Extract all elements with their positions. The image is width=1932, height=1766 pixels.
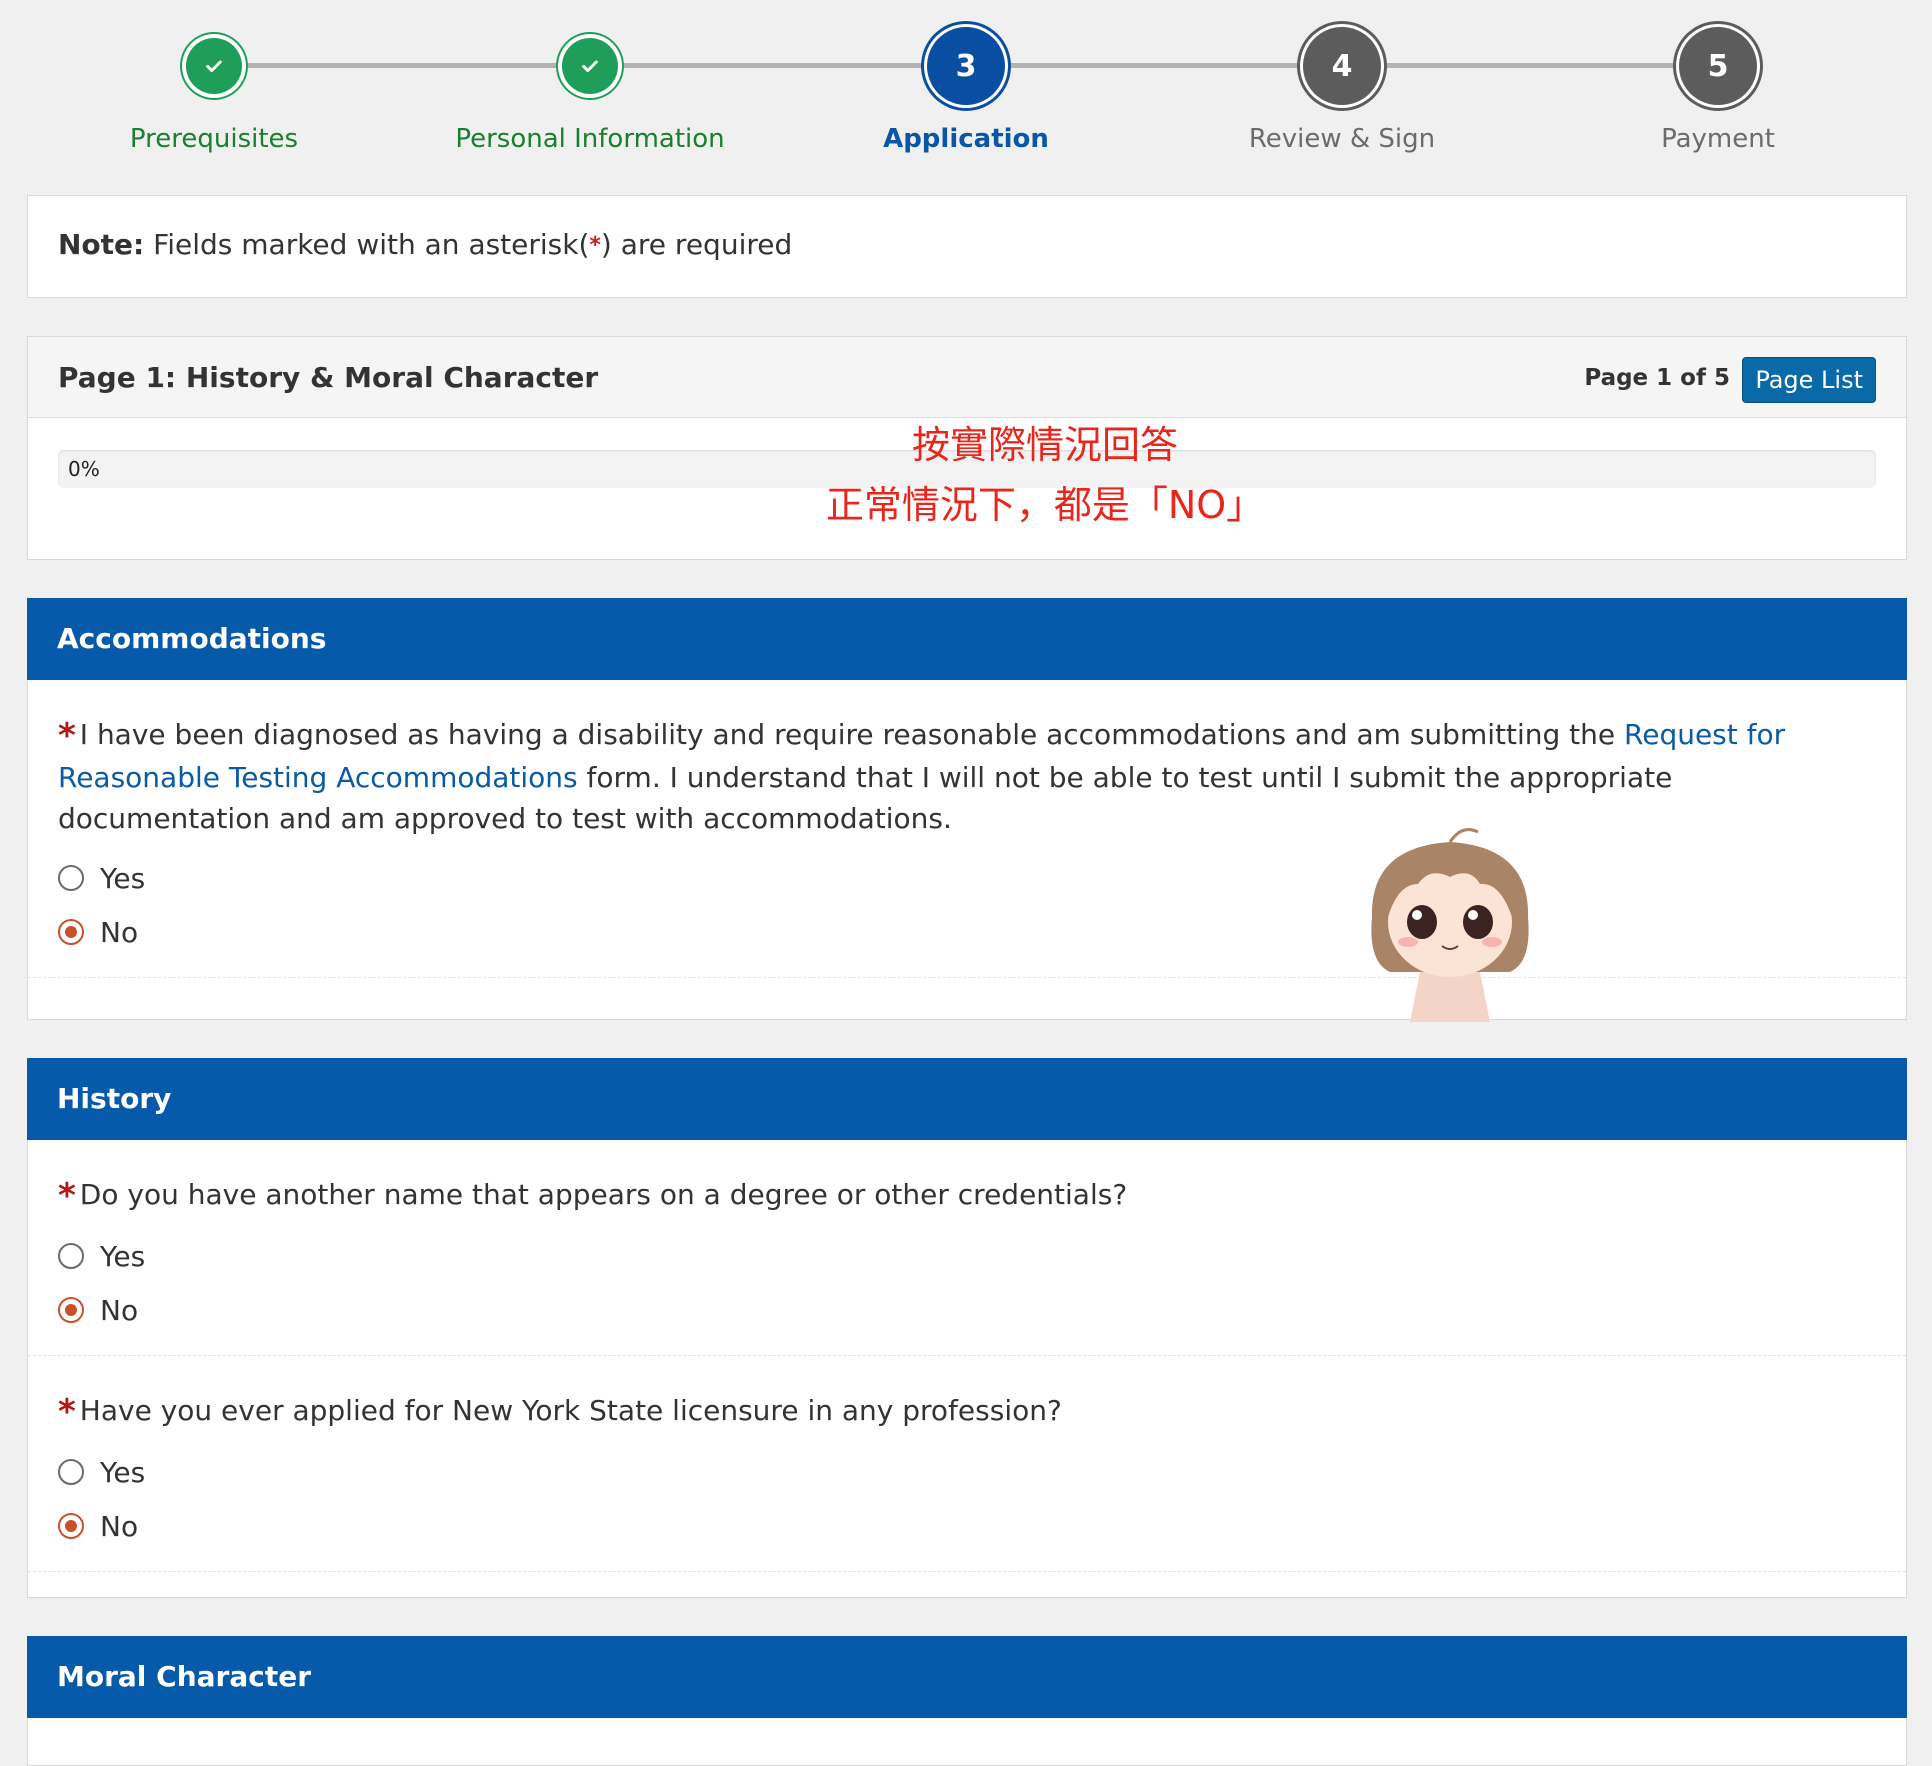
radio-accommodations-yes[interactable] — [58, 865, 84, 891]
overlay-annotation: 按實際情況回答 正常情況下，都是「NO」 — [800, 415, 1290, 535]
section-history: History * Do you have another name that a… — [27, 1058, 1907, 1598]
page-title: Page 1: History & Moral Character — [58, 361, 599, 394]
option-prior-application-yes[interactable]: Yes — [58, 1445, 1876, 1499]
step-personal-information-circle — [562, 38, 618, 94]
section-history-header: History — [27, 1058, 1907, 1140]
section-accommodations: Accommodations * I have been diagnosed as… — [27, 598, 1907, 1020]
required-fields-note: Note: Fields marked with an asterisk(*) … — [27, 195, 1907, 298]
note-label: Note: — [58, 228, 145, 261]
step-prerequisites-circle — [186, 38, 242, 94]
option-label-no: No — [100, 1293, 139, 1327]
radio-other-name-no[interactable] — [58, 1297, 84, 1323]
option-other-name-no[interactable]: No — [58, 1283, 1876, 1337]
option-accommodations-yes[interactable]: Yes — [58, 851, 1876, 905]
question-accommodations-options: Yes No — [58, 851, 1876, 959]
step-review-sign-label: Review & Sign — [1248, 124, 1436, 154]
required-asterisk: * — [58, 716, 76, 756]
step-application-circle: 3 — [927, 27, 1005, 105]
section-accommodations-header: Accommodations — [27, 598, 1907, 680]
question-accommodations: * I have been diagnosed as having a disab… — [28, 680, 1906, 978]
question-prior-application-options: Yes No — [58, 1445, 1876, 1553]
option-prior-application-no[interactable]: No — [58, 1499, 1876, 1553]
check-icon — [582, 60, 598, 73]
required-asterisk: * — [58, 1176, 76, 1216]
option-label-yes: Yes — [100, 1239, 146, 1273]
page-list-button[interactable]: Page List — [1742, 357, 1876, 403]
question-other-name-text: * Do you have another name that appears o… — [58, 1174, 1876, 1217]
option-label-no: No — [100, 915, 139, 949]
question-other-name-options: Yes No — [58, 1229, 1876, 1337]
option-other-name-yes[interactable]: Yes — [58, 1229, 1876, 1283]
option-accommodations-no[interactable]: No — [58, 905, 1876, 959]
step-payment-circle: 5 — [1679, 27, 1757, 105]
option-label-yes: Yes — [100, 1455, 146, 1489]
annotation-line-2: 正常情況下，都是「NO」 — [825, 483, 1265, 527]
required-asterisk: * — [58, 1392, 76, 1432]
progress-stepper: Prerequisites Personal Information 3 App… — [0, 0, 1932, 190]
question-accommodations-text-before: I have been diagnosed as having a disabi… — [79, 718, 1625, 751]
question-accommodations-text: * I have been diagnosed as having a disab… — [58, 714, 1876, 839]
step-prerequisites-label: Prerequisites — [129, 124, 299, 154]
question-prior-application-text: * Have you ever applied for New York Stat… — [58, 1390, 1876, 1433]
question-prior-application-label: Have you ever applied for New York State… — [79, 1394, 1062, 1427]
page-header: Page 1: History & Moral Character Page 1… — [28, 337, 1906, 418]
progress-percent: 0% — [68, 457, 100, 481]
chibi-girl-sticker — [1371, 828, 1529, 1022]
note-text-after: ) are required — [600, 228, 793, 261]
page-count: Page 1 of 5 — [1584, 365, 1730, 391]
question-other-name-label: Do you have another name that appears on… — [79, 1178, 1128, 1211]
step-personal-information-label: Personal Information — [455, 124, 725, 154]
radio-accommodations-no[interactable] — [58, 919, 84, 945]
section-moral-character-header: Moral Character — [27, 1636, 1907, 1718]
check-icon — [206, 60, 222, 73]
question-other-name: * Do you have another name that appears o… — [28, 1140, 1906, 1356]
step-review-sign-circle: 4 — [1303, 27, 1381, 105]
radio-prior-application-no[interactable] — [58, 1513, 84, 1539]
note-text-before: Fields marked with an asterisk( — [144, 228, 590, 261]
annotation-line-1: 按實際情況回答 — [911, 423, 1178, 467]
question-prior-application: * Have you ever applied for New York Stat… — [28, 1356, 1906, 1572]
radio-other-name-yes[interactable] — [58, 1243, 84, 1269]
section-moral-character: Moral Character — [27, 1636, 1907, 1766]
step-payment-label: Payment — [1661, 124, 1775, 154]
option-label-yes: Yes — [100, 861, 146, 895]
note-asterisk: * — [589, 233, 601, 258]
radio-prior-application-yes[interactable] — [58, 1459, 84, 1485]
step-application-label: Application — [883, 124, 1049, 154]
option-label-no: No — [100, 1509, 139, 1543]
